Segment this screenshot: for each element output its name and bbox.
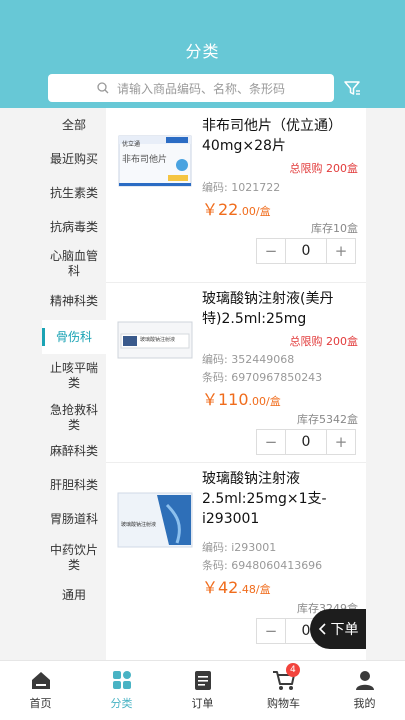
tab-orders[interactable]: 订单 bbox=[162, 661, 243, 720]
search-icon bbox=[97, 82, 109, 94]
place-order-button[interactable]: 下单 bbox=[310, 609, 366, 649]
product-price: ￥22.00/盒 bbox=[202, 196, 271, 220]
decrement-button[interactable]: − bbox=[257, 430, 285, 454]
price-main: ￥110 bbox=[202, 390, 249, 409]
product-list: 优立通 非布司他片 非布司他片（优立通）40mg×28片 总限购 200盒 编码… bbox=[106, 108, 366, 660]
stock-count: 库存10盒 bbox=[311, 222, 358, 235]
product-name[interactable]: 玻璃酸钠注射液(美丹特)2.5ml:25mg bbox=[202, 289, 362, 329]
home-icon bbox=[31, 672, 50, 689]
category-sidebar: 全部 最近购买 抗生素类 抗病毒类 心脑血管科 精神科类 骨伤科 止咳平喘类 急… bbox=[42, 108, 106, 660]
tab-profile[interactable]: 我的 bbox=[324, 661, 405, 720]
order-icon bbox=[194, 671, 211, 690]
tab-label: 我的 bbox=[353, 697, 376, 710]
product-image: 玻璃酸钠注射液 bbox=[116, 481, 194, 559]
product-name[interactable]: 非布司他片（优立通）40mg×28片 bbox=[202, 116, 362, 156]
tab-label: 订单 bbox=[191, 697, 214, 710]
place-order-label: 下单 bbox=[330, 622, 359, 638]
purchase-limit: 总限购 200盒 bbox=[289, 162, 359, 175]
tab-label: 分类 bbox=[110, 697, 133, 710]
sidebar-item-general[interactable]: 通用 bbox=[42, 578, 106, 612]
page-title: 分类 bbox=[185, 42, 220, 61]
quantity-stepper: − 0 + bbox=[256, 238, 356, 264]
sidebar-item-herbal[interactable]: 中药饮片类 bbox=[42, 538, 106, 578]
price-main: ￥42 bbox=[202, 578, 239, 597]
quantity-stepper: − 0 + bbox=[256, 429, 356, 455]
purchase-limit: 总限购 200盒 bbox=[289, 335, 359, 348]
search-placeholder: 请输入商品编码、名称、条形码 bbox=[116, 81, 285, 96]
sidebar-item-gastro[interactable]: 胃肠道科 bbox=[42, 502, 106, 536]
sidebar-item-cough[interactable]: 止咳平喘类 bbox=[42, 356, 106, 396]
product-code: 编码: 1021722 bbox=[202, 181, 281, 194]
sidebar-item-anesthesia[interactable]: 麻醉科类 bbox=[42, 434, 106, 468]
stock-count: 库存5342盒 bbox=[297, 413, 358, 426]
sidebar-item-antibiotics[interactable]: 抗生素类 bbox=[42, 176, 106, 210]
box-brand: 优立通 bbox=[122, 141, 141, 148]
category-icon bbox=[112, 671, 131, 689]
box-label: 玻璃酸钠注射液 bbox=[121, 522, 157, 528]
sidebar-item-recent[interactable]: 最近购买 bbox=[42, 142, 106, 176]
price-decimal: .00/盒 bbox=[248, 395, 281, 408]
product-price: ￥42.48/盒 bbox=[202, 574, 271, 598]
chevron-left-icon bbox=[318, 623, 326, 635]
bottom-tab-bar: 首页 分类 订单 4 购物车 我的 bbox=[0, 660, 405, 720]
quantity-value[interactable]: 0 bbox=[285, 430, 327, 454]
medicine-box-image bbox=[117, 492, 193, 548]
tab-label: 首页 bbox=[29, 697, 52, 710]
product-image: 玻璃酸钠注射液 bbox=[116, 301, 194, 379]
decrement-button[interactable]: − bbox=[257, 239, 285, 263]
sidebar-item-orthopedics[interactable]: 骨伤科 bbox=[42, 320, 106, 354]
increment-button[interactable]: + bbox=[327, 239, 355, 263]
quantity-value[interactable]: 0 bbox=[285, 239, 327, 263]
product-code: 编码: i293001 bbox=[202, 541, 277, 554]
product-code: 编码: 352449068 bbox=[202, 353, 295, 366]
product-barcode: 条码: 6970967850243 bbox=[202, 371, 323, 384]
sidebar-item-emergency[interactable]: 急抢救科类 bbox=[42, 398, 106, 438]
decrement-button[interactable]: − bbox=[257, 619, 285, 643]
sidebar-item-hepatobiliary[interactable]: 肝胆科类 bbox=[42, 468, 106, 502]
cart-badge: 4 bbox=[285, 663, 300, 677]
search-input[interactable]: 请输入商品编码、名称、条形码 bbox=[48, 74, 334, 102]
tab-cart[interactable]: 4 购物车 bbox=[243, 661, 324, 720]
tab-category[interactable]: 分类 bbox=[81, 661, 162, 720]
product-name[interactable]: 玻璃酸钠注射液2.5ml:25mg×1支-i293001 bbox=[202, 469, 362, 529]
increment-button[interactable]: + bbox=[327, 430, 355, 454]
price-main: ￥22 bbox=[202, 200, 239, 219]
sidebar-item-psychiatry[interactable]: 精神科类 bbox=[42, 284, 106, 318]
sidebar-item-cardio[interactable]: 心脑血管科 bbox=[42, 244, 106, 284]
price-decimal: .00/盒 bbox=[238, 205, 271, 218]
header: 分类 请输入商品编码、名称、条形码 bbox=[0, 0, 405, 108]
product-barcode: 条码: 6948060413696 bbox=[202, 559, 323, 572]
tab-label: 购物车 bbox=[267, 697, 300, 710]
box-label: 玻璃酸钠注射液 bbox=[140, 337, 176, 343]
tab-home[interactable]: 首页 bbox=[0, 661, 81, 720]
user-icon bbox=[355, 671, 374, 690]
product-card[interactable]: 玻璃酸钠注射液 玻璃酸钠注射液(美丹特)2.5ml:25mg 总限购 200盒 … bbox=[106, 283, 366, 463]
box-label: 非布司他片 bbox=[122, 155, 168, 165]
product-price: ￥110.00/盒 bbox=[202, 386, 281, 410]
price-decimal: .48/盒 bbox=[238, 583, 271, 596]
sidebar-item-antiviral[interactable]: 抗病毒类 bbox=[42, 210, 106, 244]
sidebar-item-all[interactable]: 全部 bbox=[42, 108, 106, 142]
product-card[interactable]: 优立通 非布司他片 非布司他片（优立通）40mg×28片 总限购 200盒 编码… bbox=[106, 108, 366, 283]
product-image: 优立通 非布司他片 bbox=[116, 122, 194, 200]
filter-icon[interactable] bbox=[342, 78, 362, 98]
